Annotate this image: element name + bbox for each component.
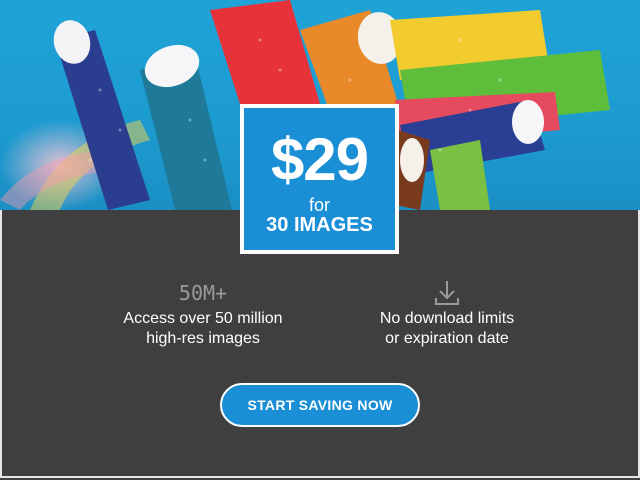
feature-line-2: high-res images	[146, 330, 260, 347]
feature-stat: 50M+	[178, 281, 228, 305]
promo-banner: $29 for 30 IMAGES 50M+ Access over 50 mi…	[0, 0, 640, 480]
feature-line-1: Access over 50 million	[123, 310, 283, 327]
start-saving-button[interactable]: START SAVING NOW	[220, 383, 420, 427]
feature-no-limits: No download limits or expiration date	[337, 278, 557, 349]
price-badge: $29 for 30 IMAGES	[240, 104, 399, 254]
feature-library-size: 50M+ Access over 50 million high-res ima…	[93, 278, 313, 349]
offer-for-text: for	[308, 195, 330, 215]
feature-line-2: or expiration date	[385, 330, 509, 347]
download-icon	[337, 278, 557, 308]
feature-line-1: No download limits	[379, 310, 515, 327]
offer-quantity: 30 IMAGES	[266, 214, 373, 236]
offer-price: $29	[270, 126, 369, 193]
